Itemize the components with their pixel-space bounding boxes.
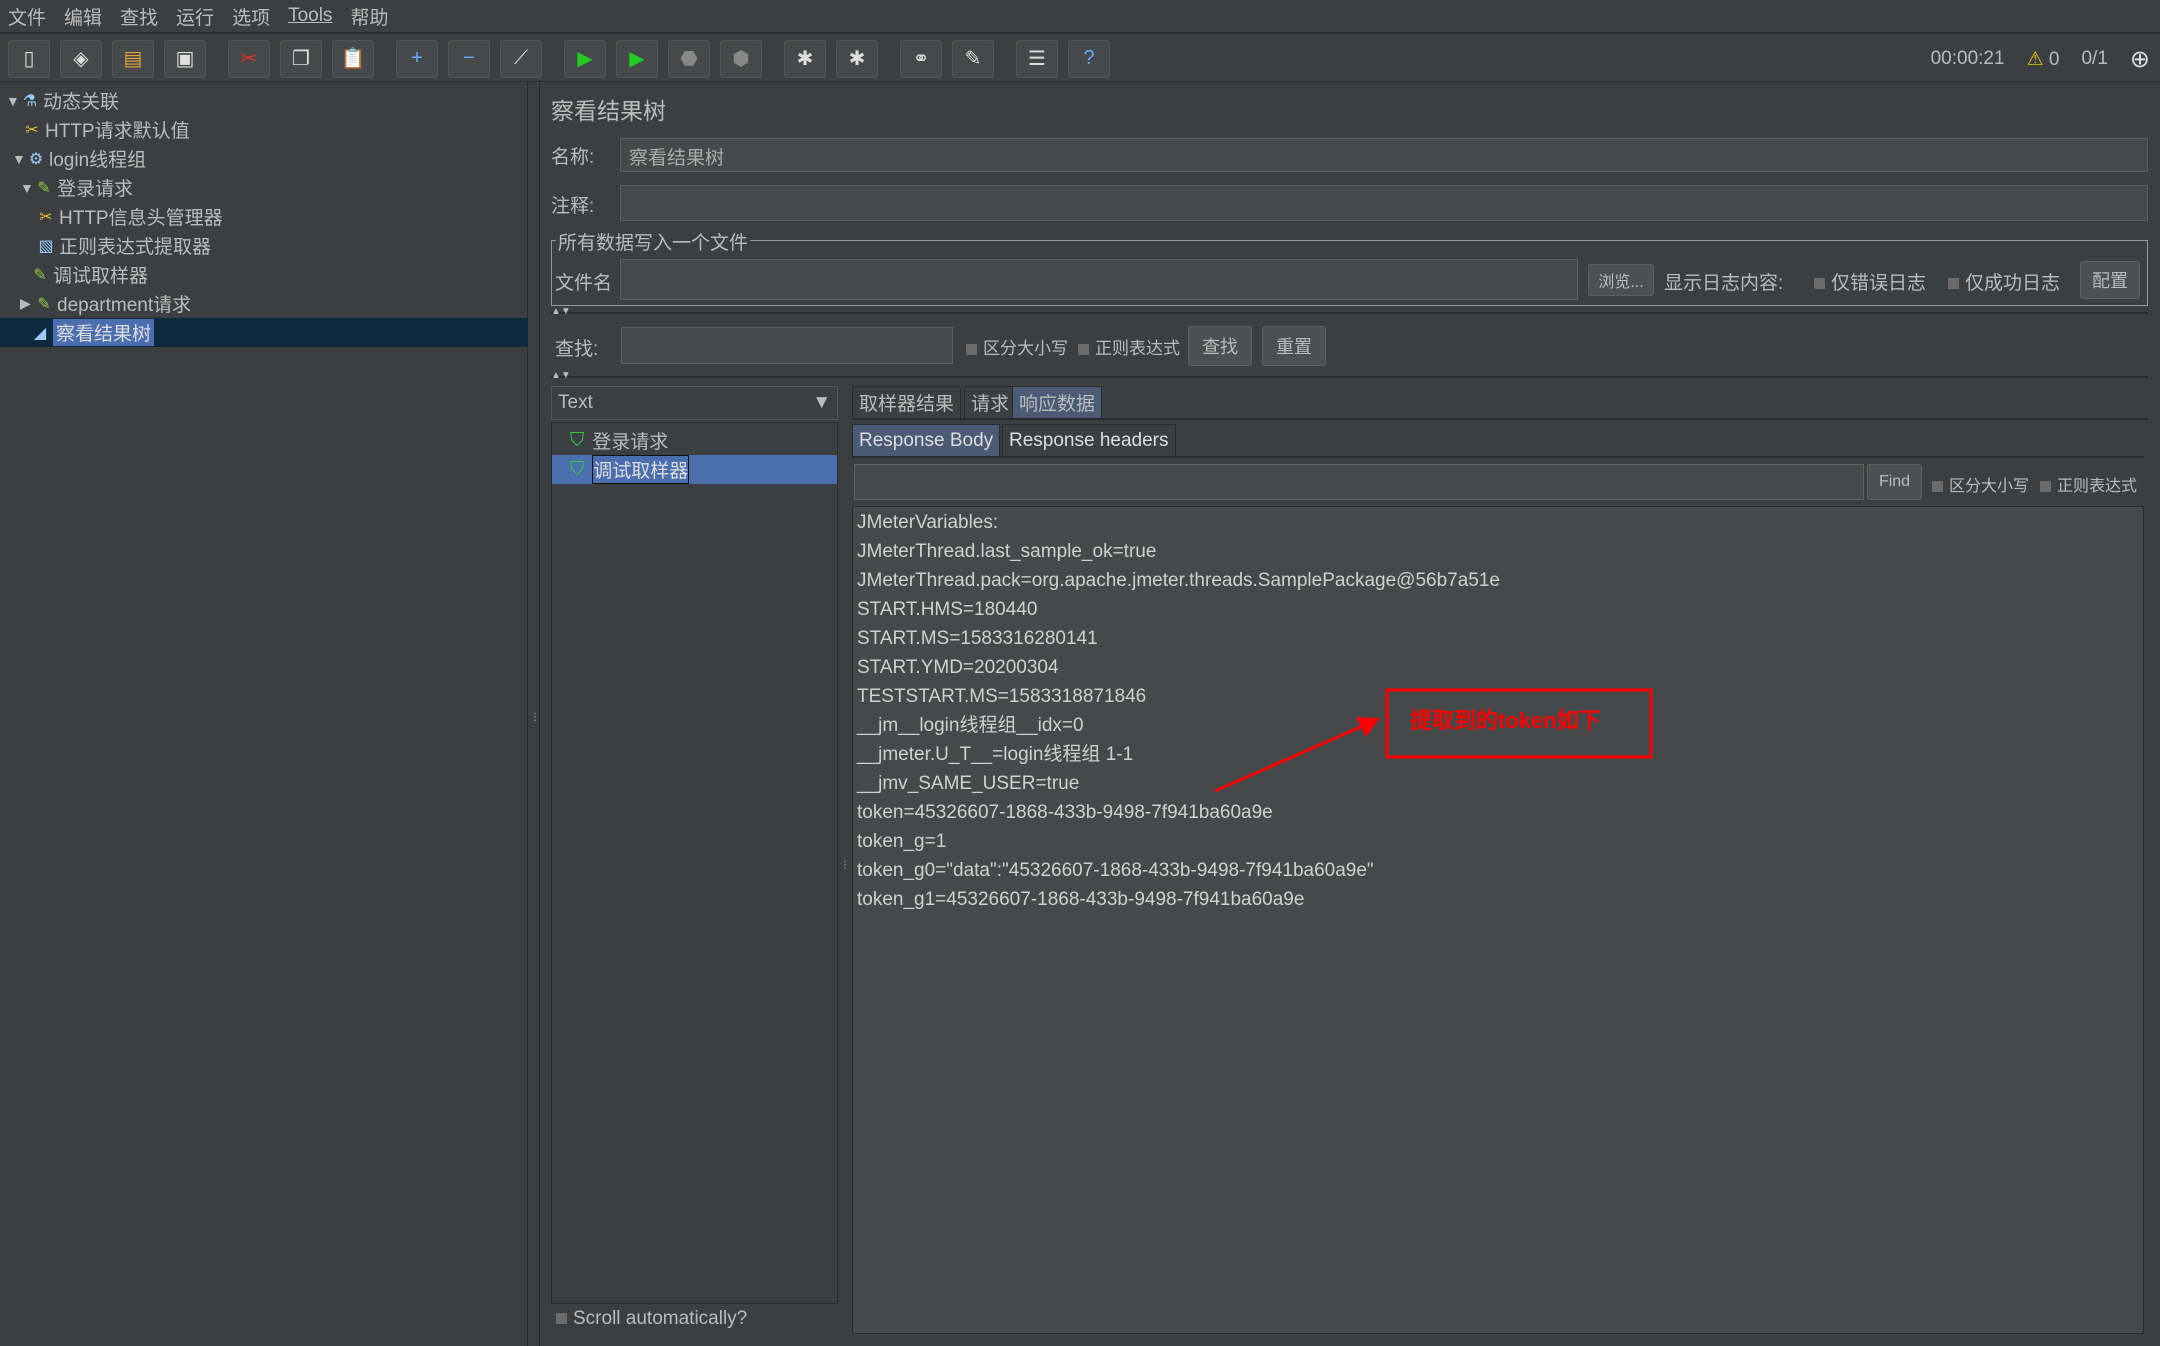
annotation-text: 提取到的token如下 xyxy=(1410,708,1601,733)
annotation-arrow xyxy=(1214,723,1366,793)
annotation-overlay xyxy=(1214,688,1653,793)
